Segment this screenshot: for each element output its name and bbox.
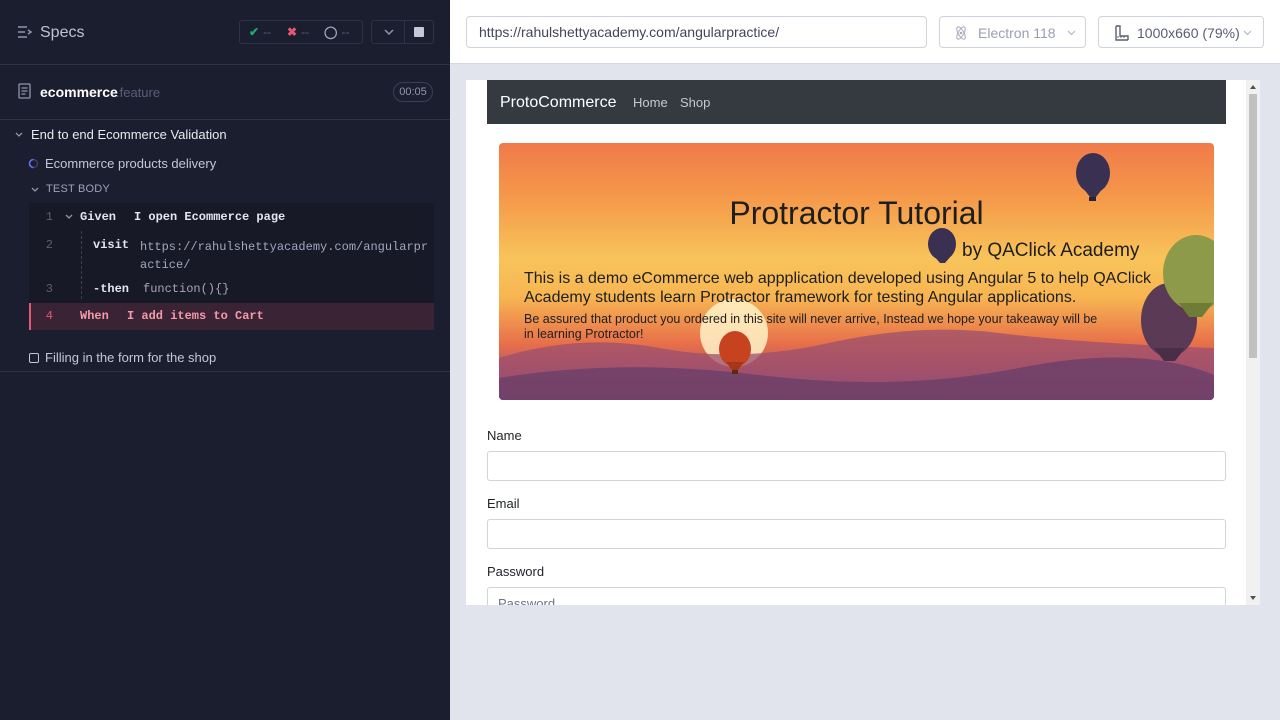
- command-keyword[interactable]: visit: [93, 238, 129, 252]
- hero-banner: Protractor Tutorial by QAClick Academy T…: [499, 143, 1214, 400]
- password-label: Password: [487, 564, 545, 579]
- command-log: 1 Given I open Ecommerce page 2 visit ht…: [29, 203, 434, 330]
- test-body-label[interactable]: TEST BODY: [46, 183, 110, 195]
- scroll-up-arrow-icon[interactable]: [1250, 85, 1256, 89]
- command-number: 1: [45, 210, 53, 224]
- viewport-selector[interactable]: 1000x660 (79%): [1098, 16, 1264, 48]
- spec-header: ecommerce .feature 00:05: [0, 65, 450, 120]
- check-icon: ✔: [249, 25, 260, 39]
- command-number: 2: [45, 238, 53, 252]
- name-label: Name: [487, 428, 522, 443]
- stats-bar: ✔ -- ✖ -- ◯ --: [239, 20, 363, 44]
- url-bar[interactable]: https://rahulshettyacademy.com/angularpr…: [466, 16, 927, 48]
- command-number: 3: [45, 282, 53, 296]
- site-brand[interactable]: ProtoCommerce: [500, 94, 616, 112]
- failed-value: --: [301, 25, 310, 39]
- spec-name[interactable]: ecommerce: [40, 84, 118, 100]
- command-argument[interactable]: function(){}: [143, 282, 229, 296]
- email-input[interactable]: [487, 519, 1226, 549]
- hero-note: Be assured that product you ordered in t…: [524, 312, 1098, 341]
- site-navbar: ProtoCommerce Home Shop: [487, 80, 1226, 124]
- hero-description: This is a demo eCommerce web appplicatio…: [524, 270, 1152, 306]
- pending-test-icon: [29, 353, 39, 363]
- running-spinner-icon: [28, 158, 39, 169]
- aut-iframe: ProtoCommerce Home Shop Protractor Tutor…: [466, 80, 1260, 605]
- x-icon: ✖: [287, 25, 298, 39]
- chevron-down-icon[interactable]: [30, 185, 40, 195]
- balloon-icon: [1076, 153, 1110, 201]
- specs-label[interactable]: Specs: [40, 24, 84, 42]
- spec-extension: .feature: [116, 85, 161, 100]
- spinner-icon: ◯: [324, 25, 338, 39]
- command-keyword[interactable]: When: [80, 309, 109, 323]
- browser-selector[interactable]: Electron 118: [939, 16, 1086, 48]
- name-input[interactable]: [487, 451, 1226, 481]
- suite-title[interactable]: End to end Ecommerce Validation: [31, 127, 227, 142]
- command-argument[interactable]: https://rahulshettyacademy.com/angularpr…: [140, 238, 430, 274]
- nesting-line: [81, 231, 82, 299]
- pending-value: --: [341, 25, 350, 39]
- chevron-down-icon: [384, 29, 394, 36]
- scrollbar[interactable]: [1246, 80, 1260, 605]
- divider: [0, 371, 450, 372]
- chevron-down-icon: [1067, 30, 1076, 36]
- command-text[interactable]: I add items to Cart: [127, 309, 264, 323]
- reporter-header: Specs ✔ -- ✖ -- ◯ --: [0, 0, 450, 65]
- command-number: 4: [45, 309, 53, 323]
- passed-value: --: [263, 25, 272, 39]
- chevron-down-icon[interactable]: [64, 212, 74, 222]
- command-keyword[interactable]: Given: [80, 210, 116, 224]
- failed-count: ✖ --: [287, 25, 309, 39]
- specs-list-icon[interactable]: [17, 25, 33, 39]
- test-title-running[interactable]: Ecommerce products delivery: [45, 156, 216, 171]
- expand-toggle-button[interactable]: [371, 20, 405, 44]
- reporter-panel: Specs ✔ -- ✖ -- ◯ -- ecommerce .feature 00:…: [0, 0, 450, 720]
- nav-link-shop[interactable]: Shop: [680, 95, 710, 110]
- hero-title: Protractor Tutorial: [729, 195, 984, 231]
- hero-subtitle: by QAClick Academy: [962, 240, 1140, 261]
- viewport-label: 1000x660 (79%): [1137, 25, 1240, 41]
- ruler-icon: [1115, 25, 1129, 41]
- scroll-down-arrow-icon[interactable]: [1250, 596, 1256, 600]
- passed-count: ✔ --: [249, 25, 271, 39]
- aut-header: https://rahulshettyacademy.com/angularpr…: [450, 0, 1280, 64]
- duration-badge: 00:05: [393, 82, 433, 102]
- file-icon: [18, 83, 31, 99]
- nav-link-home[interactable]: Home: [633, 95, 668, 110]
- scrollbar-thumb[interactable]: [1249, 94, 1257, 358]
- test-title-pending[interactable]: Filling in the form for the shop: [45, 350, 216, 365]
- email-label: Email: [487, 496, 520, 511]
- command-keyword[interactable]: -then: [93, 282, 129, 296]
- command-text[interactable]: I open Ecommerce page: [134, 210, 285, 224]
- chevron-down-icon: [1243, 30, 1252, 36]
- password-input[interactable]: Password: [487, 587, 1226, 605]
- stop-button[interactable]: [404, 20, 434, 44]
- electron-icon: [956, 26, 966, 40]
- chevron-down-icon[interactable]: [14, 130, 24, 140]
- balloon-icon: [928, 228, 956, 263]
- stop-icon: [414, 27, 424, 37]
- pending-count: ◯ --: [324, 25, 349, 39]
- browser-label: Electron 118: [978, 25, 1056, 41]
